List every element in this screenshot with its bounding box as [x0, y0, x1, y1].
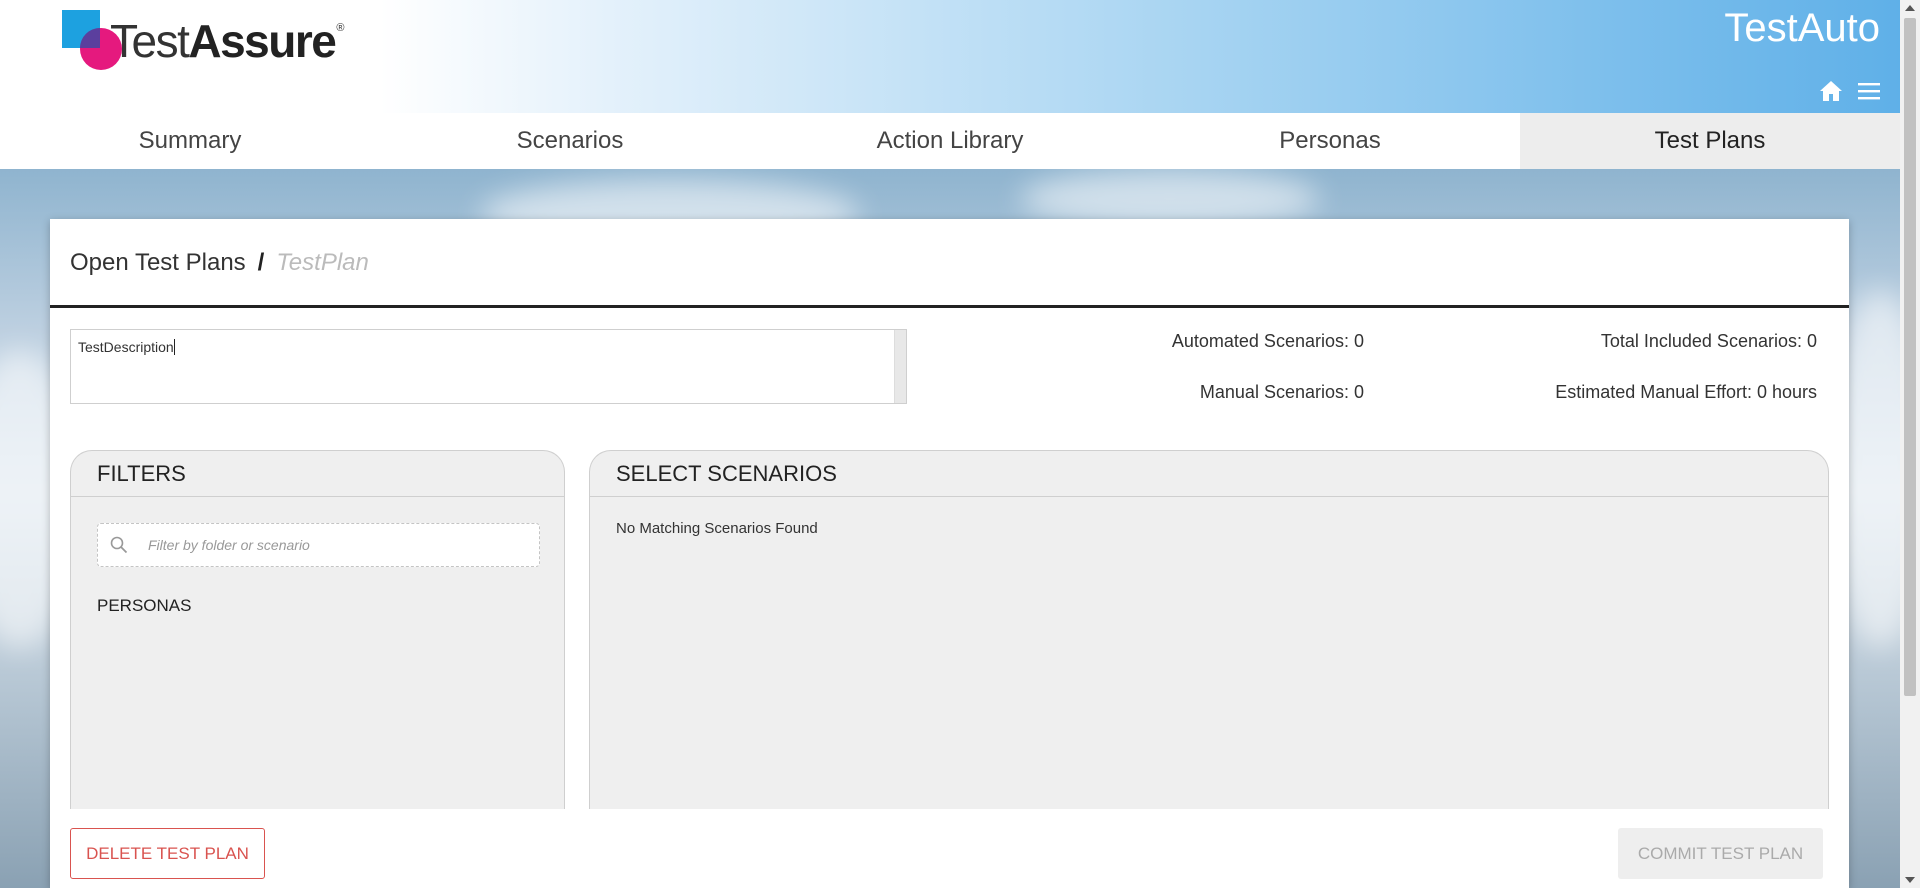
header-icons [1818, 79, 1882, 103]
tab-scenarios[interactable]: Scenarios [380, 113, 760, 169]
scroll-thumb[interactable] [1904, 18, 1916, 696]
tab-test-plans[interactable]: Test Plans [1520, 113, 1900, 169]
total-included-stat: Total Included Scenarios: 0 [1600, 331, 1817, 351]
home-icon[interactable] [1818, 79, 1844, 103]
tab-summary[interactable]: Summary [0, 113, 380, 169]
filters-panel: FILTERS Filter by folder or scenario PER… [70, 450, 565, 809]
description-value: TestDescription [78, 339, 174, 355]
test-plan-card: Open Test Plans / TestPlan TestDescripti… [50, 219, 1849, 888]
select-scenarios-title: SELECT SCENARIOS [590, 451, 1828, 497]
scroll-up-arrow-icon[interactable] [1905, 5, 1915, 11]
logo-mark-icon [62, 10, 124, 72]
page-scrollbar[interactable] [1900, 0, 1920, 888]
breadcrumb: Open Test Plans / TestPlan [70, 249, 369, 277]
tab-action-library[interactable]: Action Library [760, 113, 1140, 169]
hamburger-menu-icon[interactable] [1856, 79, 1882, 103]
search-icon [110, 536, 128, 554]
manual-scenarios-stat: Manual Scenarios: 0 [1199, 382, 1364, 402]
filters-title: FILTERS [71, 451, 564, 497]
select-scenarios-panel: SELECT SCENARIOS No Matching Scenarios F… [589, 450, 1829, 809]
testassure-logo[interactable]: TestAssure® [62, 10, 344, 72]
breadcrumb-current[interactable]: TestPlan [276, 249, 369, 277]
logo-text: TestAssure® [110, 15, 344, 67]
card-footer: DELETE TEST PLAN COMMIT TEST PLAN [50, 809, 1849, 888]
scroll-down-arrow-icon[interactable] [1905, 877, 1915, 883]
automated-scenarios-stat: Automated Scenarios: 0 [1171, 331, 1364, 351]
text-caret [173, 339, 175, 355]
breadcrumb-separator: / [257, 249, 265, 276]
textarea-scrollbar[interactable] [894, 330, 906, 403]
no-matching-scenarios-text: No Matching Scenarios Found [616, 520, 818, 537]
commit-test-plan-button[interactable]: COMMIT TEST PLAN [1618, 828, 1823, 879]
personas-heading[interactable]: PERSONAS [97, 596, 191, 616]
search-placeholder: Filter by folder or scenario [148, 537, 310, 553]
description-textarea[interactable]: TestDescription [70, 329, 907, 404]
delete-test-plan-button[interactable]: DELETE TEST PLAN [70, 828, 265, 879]
header-divider [50, 305, 1849, 308]
tab-personas[interactable]: Personas [1140, 113, 1520, 169]
filter-search-input[interactable]: Filter by folder or scenario [97, 523, 540, 567]
app-header: TestAssure® TestAuto [0, 0, 1900, 113]
app-title: TestAuto [1724, 6, 1880, 50]
main-nav: Summary Scenarios Action Library Persona… [0, 113, 1900, 169]
breadcrumb-parent-link[interactable]: Open Test Plans [70, 249, 246, 277]
estimated-effort-stat: Estimated Manual Effort: 0 hours [1555, 382, 1817, 402]
